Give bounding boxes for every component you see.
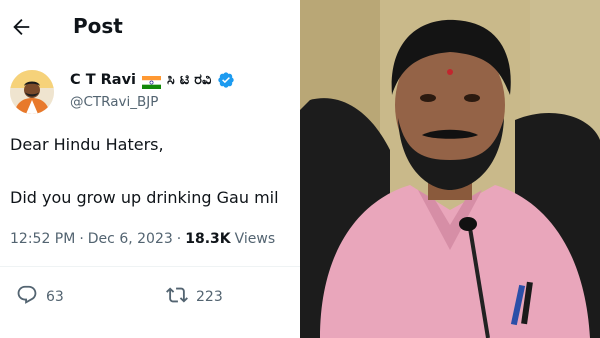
top-bar: Post bbox=[0, 8, 300, 48]
india-flag-icon bbox=[142, 74, 162, 89]
repost-button[interactable]: 223 bbox=[166, 284, 223, 310]
speaker-photo-image bbox=[300, 0, 600, 338]
repost-icon bbox=[166, 284, 188, 310]
author-name[interactable]: C T Ravi bbox=[70, 72, 136, 88]
reply-icon bbox=[16, 284, 38, 310]
arrow-left-icon[interactable] bbox=[10, 16, 32, 38]
author-handle[interactable]: @CTRavi_BJP bbox=[70, 94, 158, 110]
verified-badge-icon[interactable] bbox=[217, 71, 235, 89]
views-count: 18.3K bbox=[185, 231, 231, 247]
tweet-panel: Post C T Ravi ಸಿ ಟಿ ರವಿ @CTRavi_BJP Dear… bbox=[0, 0, 300, 338]
meta-separator: · bbox=[176, 231, 182, 247]
avatar[interactable] bbox=[10, 70, 54, 114]
tweet-time[interactable]: 12:52 PM bbox=[10, 231, 75, 247]
reply-count: 63 bbox=[46, 289, 64, 305]
reply-button[interactable]: 63 bbox=[16, 284, 64, 310]
action-bar: 63 223 bbox=[0, 284, 300, 310]
repost-count: 223 bbox=[196, 289, 223, 305]
views-label: Views bbox=[234, 231, 276, 247]
divider bbox=[0, 266, 300, 267]
tweet-date[interactable]: Dec 6, 2023 bbox=[88, 231, 173, 247]
tweet-text-line-1: Dear Hindu Haters, bbox=[10, 135, 164, 154]
speaker-photo bbox=[300, 0, 600, 338]
author-native-name: ಸಿ ಟಿ ರವಿ bbox=[167, 72, 212, 88]
tweet-meta: 12:52 PM · Dec 6, 2023 · 18.3K Views bbox=[10, 231, 275, 247]
author-name-row: C T Ravi ಸಿ ಟಿ ರವಿ bbox=[70, 70, 235, 90]
meta-separator: · bbox=[79, 231, 84, 247]
tweet-text-line-2: Did you grow up drinking Gau mil bbox=[10, 188, 279, 207]
page-title: Post bbox=[73, 14, 123, 38]
